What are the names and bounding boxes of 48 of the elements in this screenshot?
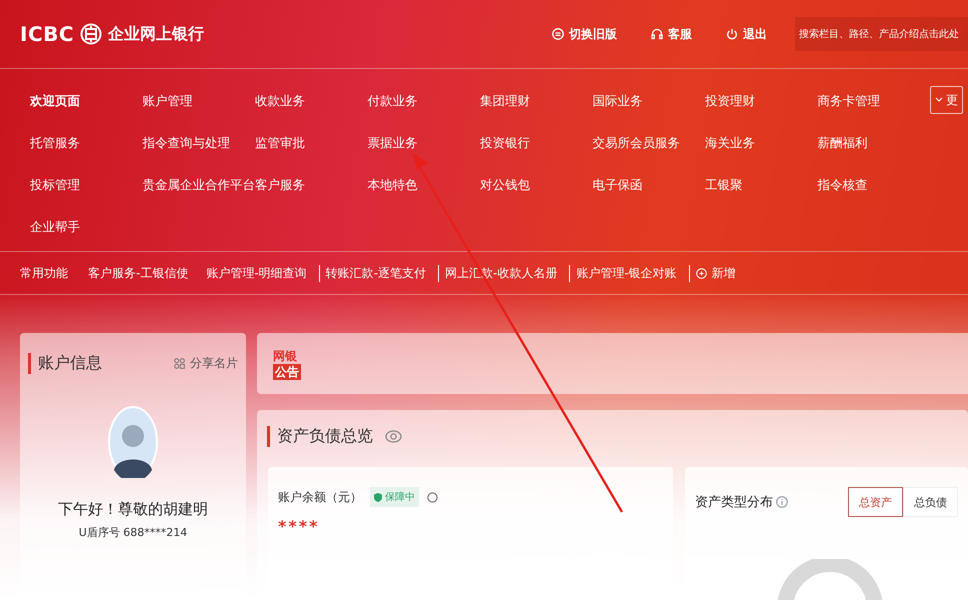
- quick-link[interactable]: 转账汇款-逐笔支付: [318, 264, 432, 282]
- nav-menu-item[interactable]: 交易所会员服务: [592, 129, 680, 152]
- quick-link[interactable]: 客户服务-工银信使: [82, 264, 194, 282]
- distribution-title: 资产类型分布: [695, 494, 773, 511]
- nav-menu-item[interactable]: 本地特色: [368, 171, 418, 194]
- card-title: 账户信息: [28, 353, 102, 374]
- bank-name: 企业网上银行: [108, 24, 204, 44]
- status-badge: 保障中: [370, 487, 419, 507]
- nav-menu-item[interactable]: 客户服务: [255, 171, 305, 194]
- share-card-link[interactable]: 分享名片: [174, 355, 238, 372]
- nav-menu-item[interactable]: 投资银行: [480, 129, 530, 152]
- chart-tab[interactable]: 总负债: [903, 487, 958, 517]
- chart-tab[interactable]: 总资产: [848, 487, 903, 517]
- nav-menu-item[interactable]: 托管服务: [30, 129, 80, 152]
- nav-menu-item[interactable]: 国际业务: [592, 87, 642, 110]
- more-button[interactable]: 更: [930, 86, 963, 114]
- nav-menu-item[interactable]: 电子保函: [592, 171, 642, 194]
- nav-menu-item[interactable]: 票据业务: [368, 129, 418, 152]
- nav-menu-item[interactable]: 海关业务: [705, 129, 755, 152]
- nav-menu-item[interactable]: 指令核查: [818, 171, 868, 194]
- nav-menu-item[interactable]: 投标管理: [30, 171, 80, 194]
- header-action-button[interactable]: 退出: [726, 26, 767, 42]
- header-action-button[interactable]: 切换旧版: [552, 26, 617, 42]
- add-shortcut-button[interactable]: 新增: [688, 264, 742, 282]
- nav-menu-item[interactable]: 贵金属企业合作平台: [142, 171, 255, 194]
- nav-menu-item[interactable]: 账户管理: [142, 87, 192, 110]
- nav-menu-item[interactable]: 指令查询与处理: [142, 129, 230, 152]
- nav-menu-item[interactable]: 收款业务: [255, 87, 305, 110]
- balance-label: 账户余额（元）: [278, 488, 362, 506]
- nav-menu-item[interactable]: 欢迎页面: [30, 87, 80, 110]
- header-action-button[interactable]: 客服: [651, 26, 692, 42]
- nav-menu-item[interactable]: 工银聚: [705, 171, 742, 194]
- quick-link[interactable]: 账户管理-明细查询: [200, 264, 313, 282]
- quick-functions-label: 常用功能: [20, 264, 68, 282]
- nav-menu-item[interactable]: 对公钱包: [480, 171, 530, 194]
- card-title: 资产负债总览: [267, 426, 373, 447]
- logo-wordmark: ICBC: [20, 22, 74, 46]
- nav-menu-item[interactable]: 薪酬福利: [818, 129, 868, 152]
- nav-menu-item[interactable]: 付款业务: [368, 87, 418, 110]
- nav-menu-item[interactable]: 投资理财: [705, 87, 755, 110]
- nav-menu-item[interactable]: 监管审批: [255, 129, 305, 152]
- nav-menu-item[interactable]: 商务卡管理: [818, 87, 880, 110]
- nav-menu-item[interactable]: 集团理财: [480, 87, 530, 110]
- ukey-serial-text: U盾序号 688****214: [78, 525, 188, 540]
- nav-menu-item[interactable]: 企业帮手: [30, 213, 80, 236]
- greeting-text: 下午好！尊敬的胡建明: [58, 500, 208, 519]
- quick-link[interactable]: 账户管理-银企对账: [569, 264, 683, 282]
- masked-balance: ****: [278, 517, 320, 536]
